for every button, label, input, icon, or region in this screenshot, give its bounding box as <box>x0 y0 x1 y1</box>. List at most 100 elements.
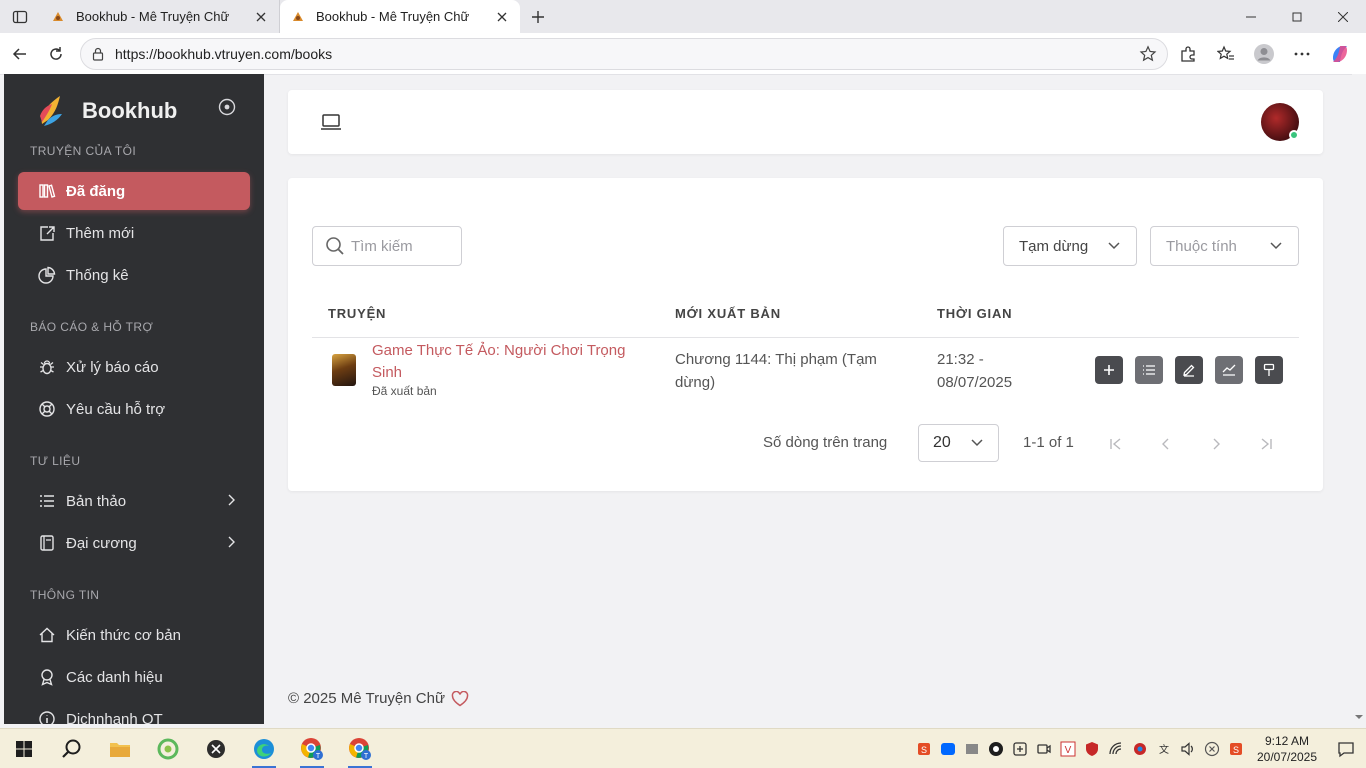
user-avatar[interactable] <box>1261 103 1299 141</box>
taskbar-clock[interactable]: 9:12 AM 20/07/2025 <box>1248 733 1326 765</box>
attribute-filter-select[interactable]: Thuộc tính <box>1150 226 1299 266</box>
copilot-button[interactable] <box>1324 36 1356 72</box>
sidebar-item-outline[interactable]: Đại cương <box>18 524 250 562</box>
sidebar-item-statistics[interactable]: Thống kê <box>18 256 250 294</box>
sidebar-item-label: Kiến thức cơ bản <box>66 626 181 644</box>
edge-browser-button[interactable] <box>240 729 288 768</box>
tray-app-icon[interactable]: S <box>1224 729 1248 768</box>
edit-button[interactable] <box>1175 356 1203 384</box>
wifi-icon[interactable] <box>1104 729 1128 768</box>
rows-per-page-value: 20 <box>933 434 951 451</box>
profile-button[interactable] <box>1248 36 1280 72</box>
close-window-button[interactable] <box>1320 0 1366 33</box>
close-tab-icon[interactable] <box>494 9 510 25</box>
chrome-profile-1-button[interactable]: T <box>288 729 336 768</box>
trend-chart-icon <box>1222 364 1236 376</box>
pin-button[interactable] <box>1255 356 1283 384</box>
first-page-icon[interactable] <box>1104 432 1128 456</box>
svg-text:S: S <box>1233 745 1239 755</box>
section-title-resources: TƯ LIỆU <box>30 454 81 468</box>
app-dark-button[interactable] <box>192 729 240 768</box>
tray-app-icon[interactable] <box>1008 729 1032 768</box>
back-button[interactable] <box>2 36 38 72</box>
site-info-icon[interactable] <box>91 47 105 61</box>
tab-actions-button[interactable] <box>0 0 40 33</box>
url-field[interactable]: https://bookhub.vtruyen.com/books <box>80 38 1168 70</box>
input-method-icon[interactable]: 文 <box>1152 729 1176 768</box>
heart-icon <box>451 690 469 707</box>
laptop-icon[interactable] <box>320 112 342 137</box>
tray-app-icon[interactable] <box>1032 729 1056 768</box>
browser-tab-2[interactable]: Bookhub - Mê Truyện Chữ <box>280 0 520 33</box>
search-input[interactable] <box>351 237 451 255</box>
network-tray-icon[interactable] <box>1128 729 1152 768</box>
svg-text:T: T <box>364 753 369 760</box>
chrome-profile-2-button[interactable]: T <box>336 729 384 768</box>
rows-per-page-select[interactable]: 20 <box>918 424 999 462</box>
sidebar-item-titles[interactable]: Các danh hiệu <box>18 658 250 696</box>
add-chapter-button[interactable] <box>1095 356 1123 384</box>
app-green-button[interactable] <box>144 729 192 768</box>
book-cover-image[interactable] <box>332 354 356 386</box>
status-filter-select[interactable]: Tạm dừng <box>1003 226 1137 266</box>
sidebar-item-drafts[interactable]: Bản thảo <box>18 482 250 520</box>
column-header-latest[interactable]: MỚI XUẤT BẢN <box>675 306 781 321</box>
start-button[interactable] <box>0 729 48 768</box>
refresh-button[interactable] <box>38 36 74 72</box>
previous-page-icon[interactable] <box>1154 432 1178 456</box>
brand[interactable]: Bookhub <box>36 94 177 128</box>
sidebar-item-published[interactable]: Đã đăng <box>18 172 250 210</box>
tray-app-icon[interactable] <box>984 729 1008 768</box>
taskbar-search-button[interactable] <box>48 729 96 768</box>
close-tab-icon[interactable] <box>253 9 269 25</box>
chevron-down-icon <box>1269 241 1283 251</box>
column-header-time[interactable]: THỜI GIAN <box>937 306 1012 321</box>
file-explorer-button[interactable] <box>96 729 144 768</box>
zalo-tray-icon[interactable] <box>936 729 960 768</box>
sidebar-item-add-new[interactable]: Thêm mới <box>18 214 250 252</box>
sidebar-item-label: Xử lý báo cáo <box>66 358 159 376</box>
list-icon <box>38 492 56 510</box>
books-card: Tạm dừng Thuộc tính TRUYỆN MỚI XUẤT BẢN … <box>288 178 1323 491</box>
chevron-right-icon <box>226 493 236 511</box>
next-page-icon[interactable] <box>1204 432 1228 456</box>
book-title-link[interactable]: Game Thực Tế Ảo: Người Chơi Trọng Sinh <box>372 340 642 384</box>
tray-app-icon[interactable]: S <box>912 729 936 768</box>
status-x-icon[interactable] <box>1200 729 1224 768</box>
sidebar-item-label: Đại cương <box>66 534 137 552</box>
shield-tray-icon[interactable] <box>1080 729 1104 768</box>
copilot-icon <box>1333 46 1347 62</box>
app-x-icon <box>207 739 225 758</box>
more-options-button[interactable] <box>1286 36 1318 72</box>
status-filter-value: Tạm dừng <box>1019 237 1089 255</box>
favorites-button[interactable] <box>1210 36 1242 72</box>
sidebar-item-label: Bản thảo <box>66 492 127 510</box>
tray-app-icon[interactable] <box>960 729 984 768</box>
info-icon <box>38 710 56 724</box>
search-box[interactable] <box>312 226 462 266</box>
sidebar-item-support-request[interactable]: Yêu cầu hỗ trợ <box>18 390 250 428</box>
sidebar-item-basics[interactable]: Kiến thức cơ bản <box>18 616 250 654</box>
award-icon <box>38 668 56 686</box>
favorite-star-icon[interactable] <box>1139 45 1157 63</box>
last-page-icon[interactable] <box>1254 432 1278 456</box>
minimize-button[interactable] <box>1228 0 1274 33</box>
chapter-list-button[interactable] <box>1135 356 1163 384</box>
sidebar-item-dichnhanh[interactable]: Dichnhanh QT <box>18 700 250 724</box>
new-tab-button[interactable] <box>520 0 556 33</box>
browser-tab-1[interactable]: Bookhub - Mê Truyện Chữ <box>40 0 280 33</box>
sidebar-item-handle-reports[interactable]: Xử lý báo cáo <box>18 348 250 386</box>
notifications-button[interactable] <box>1326 729 1366 768</box>
maximize-button[interactable] <box>1274 0 1320 33</box>
tray-app-icon[interactable]: V <box>1056 729 1080 768</box>
column-header-story[interactable]: TRUYỆN <box>328 306 386 321</box>
plus-icon <box>1104 365 1114 375</box>
extensions-button[interactable] <box>1172 36 1204 72</box>
sidebar-item-label: Thêm mới <box>66 224 135 242</box>
sidebar-toggle-icon[interactable] <box>218 98 236 121</box>
sidebar-item-label: Đã đăng <box>66 182 126 200</box>
page-scrollbar[interactable] <box>1352 74 1366 724</box>
chevron-right-icon <box>226 535 236 553</box>
volume-icon[interactable] <box>1176 729 1200 768</box>
statistics-button[interactable] <box>1215 356 1243 384</box>
